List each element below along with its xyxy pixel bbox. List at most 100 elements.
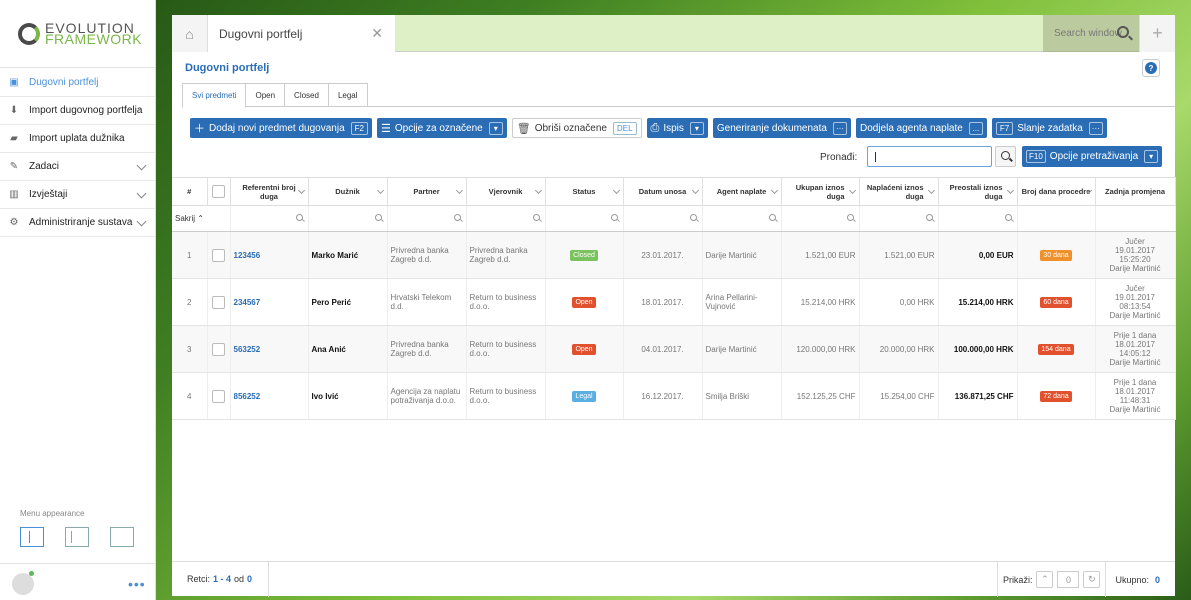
more-icon[interactable]: ··· xyxy=(832,121,847,135)
help-button[interactable]: ? xyxy=(1142,59,1160,77)
sidebar-item-dugovni-portfelj[interactable]: ▣ Dugovni portfelj xyxy=(0,69,155,97)
chevron-down-icon[interactable] xyxy=(612,186,620,195)
more-icon[interactable]: ··· xyxy=(1088,121,1103,135)
send-task-button[interactable]: F7 Slanje zadatka ··· xyxy=(991,118,1107,138)
more-icon[interactable]: ••• xyxy=(128,576,146,592)
sidebar-item-import-portfelja[interactable]: ⬇ Import dugovnog portfelja xyxy=(0,97,155,125)
filter-cell[interactable] xyxy=(859,205,939,232)
filter-cell[interactable] xyxy=(545,205,624,232)
filter-cell[interactable] xyxy=(230,205,309,232)
row-select[interactable] xyxy=(207,372,231,420)
remaining-amount: 100.000,00 HRK xyxy=(938,325,1018,373)
refresh-icon[interactable]: ↻ xyxy=(1083,571,1101,588)
search-window-input[interactable]: Search window xyxy=(1043,15,1139,52)
chevron-down-icon[interactable] xyxy=(691,186,699,195)
tab-svi-predmeti[interactable]: Svi predmeti xyxy=(182,83,247,108)
tab-dugovni-portfelj[interactable]: Dugovni portfelj ✕ xyxy=(208,15,395,52)
row-select[interactable] xyxy=(207,278,231,326)
chevron-down-icon[interactable] xyxy=(927,186,935,195)
hide-filters-toggle[interactable]: Sakrij ⌃ xyxy=(172,205,231,232)
ref-link[interactable]: 856252 xyxy=(230,372,309,420)
tab-open[interactable]: Open xyxy=(245,83,286,106)
row-checkbox[interactable] xyxy=(212,389,225,403)
row-checkbox[interactable] xyxy=(212,295,225,309)
chevron-down-icon[interactable] xyxy=(534,186,542,195)
assign-agent-button[interactable]: Dodjela agenta naplate ... xyxy=(855,118,987,138)
ref-link[interactable]: 123456 xyxy=(230,231,309,279)
delete-selected-button[interactable]: 🗑 Obriši označene DEL xyxy=(511,118,642,138)
col-header-status[interactable]: Status xyxy=(545,177,624,206)
select-all-checkbox[interactable] xyxy=(212,185,225,198)
print-button[interactable]: ⎙ Ispis ▾ xyxy=(646,118,708,138)
sidebar-item-import-uplata[interactable]: ▰ Import uplata dužnika xyxy=(0,125,155,153)
sidebar-item-zadaci[interactable]: ✎ Zadaci xyxy=(0,153,155,181)
filter-cell[interactable] xyxy=(387,205,467,232)
chevron-down-icon[interactable]: ▾ xyxy=(1144,150,1159,163)
col-header-days[interactable]: Broj dana procedre xyxy=(1017,177,1096,206)
search-icon xyxy=(689,214,697,221)
filter-cell[interactable] xyxy=(781,205,860,232)
close-icon[interactable]: ✕ xyxy=(371,25,383,42)
col-header-remaining[interactable]: Preostali iznos duga xyxy=(938,177,1018,206)
filter-cell[interactable] xyxy=(702,205,782,232)
row-select[interactable] xyxy=(207,231,231,279)
col-header-total[interactable]: Ukupan iznos duga xyxy=(781,177,860,206)
row-checkbox[interactable] xyxy=(212,248,225,262)
sidebar-item-administriranje[interactable]: ⚙ Administriranje sustava xyxy=(0,209,155,237)
chevron-up-icon[interactable]: ⌃ xyxy=(1036,571,1054,588)
add-tab-icon[interactable]: + xyxy=(1139,15,1175,52)
tab-legal[interactable]: Legal xyxy=(327,83,368,106)
col-header-ref[interactable]: Referentni broj duga xyxy=(230,177,309,206)
chevron-down-icon[interactable]: ▾ xyxy=(689,121,704,135)
chevron-down-icon[interactable] xyxy=(848,186,856,195)
filter-cell[interactable] xyxy=(308,205,388,232)
sidebar-item-izvjestaji[interactable]: ▥ Izvještaji xyxy=(0,181,155,209)
print-label: Ispis xyxy=(663,122,684,134)
row-number: 1 xyxy=(172,231,208,279)
row-select[interactable] xyxy=(207,325,231,373)
ref-link[interactable]: 234567 xyxy=(230,278,309,326)
tab-closed[interactable]: Closed xyxy=(284,83,329,106)
find-button[interactable] xyxy=(995,146,1016,167)
table-row[interactable]: 4 856252 Ivo Ivić Agencija za naplatu po… xyxy=(172,372,1176,420)
col-header-debtor[interactable]: Dužnik xyxy=(308,177,388,206)
filter-cell[interactable] xyxy=(466,205,546,232)
search-icon[interactable] xyxy=(1117,26,1129,38)
menu-appearance-full[interactable] xyxy=(20,527,44,547)
filter-cell[interactable] xyxy=(623,205,703,232)
filter-cell[interactable] xyxy=(938,205,1018,232)
menu-appearance-hidden[interactable] xyxy=(110,527,134,547)
ref-link[interactable]: 563252 xyxy=(230,325,309,373)
search-options-button[interactable]: F10 Opcije pretraživanja ▾ xyxy=(1022,146,1163,167)
options-selected-button[interactable]: ☰ Opcije za označene ▾ xyxy=(377,118,507,138)
col-header-creditor[interactable]: Vjerovnik xyxy=(466,177,546,206)
change-relative: Jučer xyxy=(1125,237,1145,246)
home-icon[interactable]: ⌂ xyxy=(172,15,208,52)
sidebar-item-label: Zadaci xyxy=(29,161,60,172)
add-debt-button[interactable]: ＋ Dodaj novi predmet dugovanja F2 xyxy=(190,118,372,138)
col-header-partner[interactable]: Partner xyxy=(387,177,467,206)
col-header-paid[interactable]: Naplaćeni iznos duga xyxy=(859,177,939,206)
avatar[interactable] xyxy=(12,573,34,595)
chevron-down-icon[interactable] xyxy=(1006,186,1014,195)
col-header-date[interactable]: Datum unosa xyxy=(623,177,703,206)
generate-documents-button[interactable]: Generiranje dokumenata ··· xyxy=(712,118,851,138)
menu-appearance-compact[interactable] xyxy=(65,527,89,547)
print-icon: ⎙ xyxy=(650,121,660,134)
chevron-down-icon[interactable] xyxy=(770,186,778,195)
chevron-down-icon[interactable] xyxy=(455,186,463,195)
table-row[interactable]: 1 123456 Marko Marić Privredna banka Zag… xyxy=(172,231,1176,279)
page-input[interactable]: 0 xyxy=(1057,571,1080,588)
col-header-last-change[interactable]: Zadnja promjena xyxy=(1095,177,1176,206)
find-input[interactable] xyxy=(867,146,992,167)
chevron-down-icon[interactable]: ▾ xyxy=(488,121,503,135)
table-footer: Retci: 1 - 4 od 0 Prikaži: ⌃ 0 ↻ Ukupno:… xyxy=(172,561,1175,597)
table-row[interactable]: 2 234567 Pero Perić Hrvatski Telekom d.d… xyxy=(172,278,1176,326)
table-row[interactable]: 3 563252 Ana Anić Privredna banka Zagreb… xyxy=(172,325,1176,373)
col-header-agent[interactable]: Agent naplate xyxy=(702,177,782,206)
more-icon[interactable]: ... xyxy=(968,121,983,135)
chevron-down-icon[interactable] xyxy=(376,186,384,195)
chevron-down-icon[interactable] xyxy=(297,186,305,195)
row-checkbox[interactable] xyxy=(212,342,225,356)
days-cell: 60 dana xyxy=(1017,278,1096,326)
